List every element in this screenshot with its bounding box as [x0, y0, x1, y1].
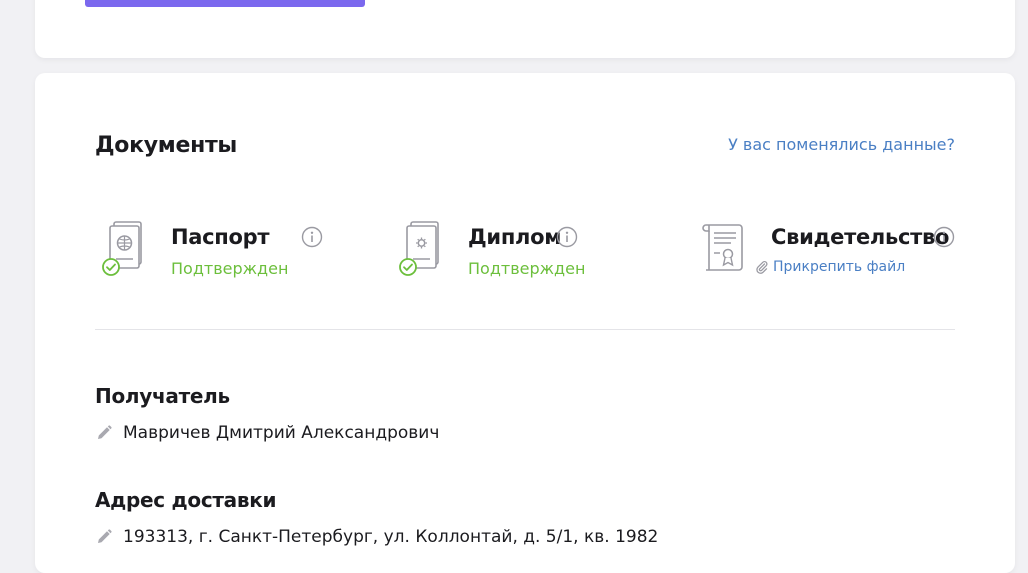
documents-title: Документы — [95, 133, 238, 158]
attach-file-label: Прикрепить файл — [773, 259, 906, 275]
delivery-address-row: 193313, г. Санкт-Петербург, ул. Коллонта… — [95, 527, 658, 547]
documents-card: Документы У вас поменялись данные? Паспо… — [35, 73, 1015, 573]
certificate-icon — [701, 219, 747, 277]
info-icon[interactable] — [556, 226, 578, 248]
document-name: Паспорт — [171, 225, 270, 249]
info-icon[interactable] — [301, 226, 323, 248]
document-status: Подтвержден — [468, 259, 586, 278]
pencil-icon[interactable] — [95, 424, 113, 442]
document-diploma: Диплом Подтвержден — [398, 219, 628, 283]
delivery-address: 193313, г. Санкт-Петербург, ул. Коллонта… — [123, 527, 659, 547]
info-icon[interactable] — [933, 226, 955, 248]
recipient-row: Мавричев Дмитрий Александрович — [95, 423, 439, 443]
document-name: Диплом — [468, 225, 562, 249]
document-certificate: Свидетельство Прикрепить файл — [701, 219, 961, 283]
check-circle-icon — [102, 258, 120, 276]
scrollbar[interactable] — [1022, 0, 1028, 555]
check-circle-icon — [399, 258, 417, 276]
attach-file-link[interactable]: Прикрепить файл — [755, 259, 905, 275]
divider — [95, 329, 955, 330]
delivery-address-title: Адрес доставки — [95, 488, 277, 512]
primary-button[interactable] — [85, 0, 365, 7]
document-status: Подтвержден — [171, 259, 289, 278]
paperclip-icon — [756, 261, 768, 274]
top-card — [35, 0, 1015, 58]
document-passport: Паспорт Подтвержден — [101, 219, 331, 283]
pencil-icon[interactable] — [95, 528, 113, 546]
document-name: Свидетельство — [771, 225, 950, 249]
recipient-title: Получатель — [95, 384, 230, 408]
data-changed-link[interactable]: У вас поменялись данные? — [728, 135, 955, 154]
recipient-name: Мавричев Дмитрий Александрович — [123, 423, 440, 443]
